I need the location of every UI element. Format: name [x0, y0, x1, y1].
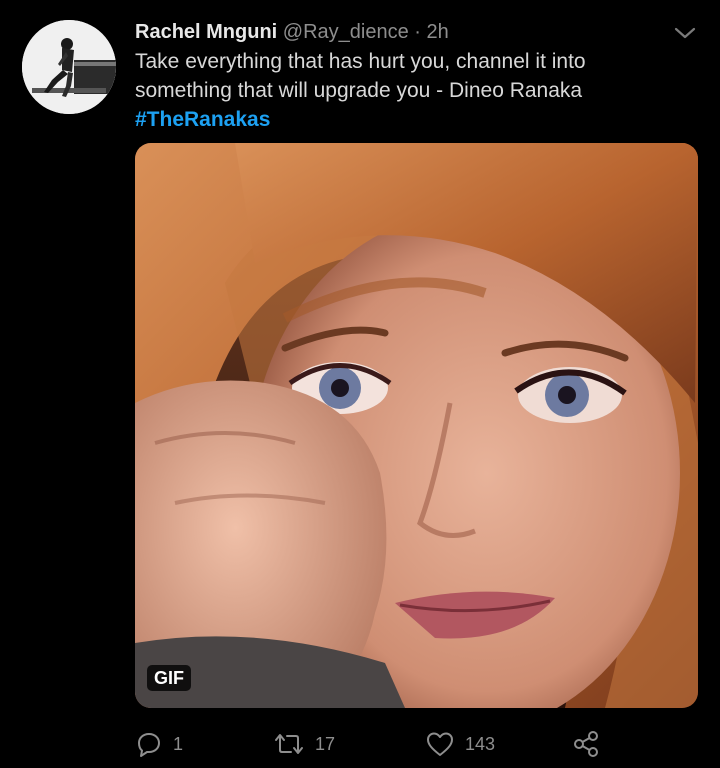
tweet-actions: 1 17 143	[135, 728, 698, 760]
chevron-down-icon[interactable]	[672, 24, 698, 42]
share-button[interactable]	[571, 728, 601, 760]
reply-button[interactable]: 1	[135, 728, 183, 760]
gif-badge: GIF	[147, 665, 191, 691]
tweet-header: Rachel Mnguni @Ray_dience · 2h	[135, 18, 660, 46]
like-count: 143	[465, 733, 496, 754]
header-separator: ·	[408, 21, 427, 43]
retweet-count: 17	[315, 733, 336, 754]
retweet-button[interactable]: 17	[273, 728, 335, 760]
reply-count: 1	[173, 733, 184, 754]
retweet-icon	[275, 734, 303, 754]
avatar[interactable]	[22, 20, 116, 114]
tweet[interactable]: Rachel Mnguni @Ray_dience · 2h Take ever…	[0, 0, 720, 768]
hashtag-link[interactable]: #TheRanakas	[135, 105, 270, 134]
reply-icon	[138, 733, 160, 757]
timestamp[interactable]: 2h	[427, 21, 449, 43]
tweet-text: Take everything that has hurt you, chann…	[135, 50, 586, 102]
gif-frame	[135, 143, 698, 708]
display-name[interactable]: Rachel Mnguni	[135, 21, 277, 43]
user-handle[interactable]: @Ray_dience	[283, 21, 409, 43]
share-icon	[574, 731, 598, 757]
tweet-media-gif[interactable]: GIF	[135, 143, 698, 708]
heart-icon	[427, 732, 453, 756]
like-button[interactable]: 143	[425, 728, 495, 760]
